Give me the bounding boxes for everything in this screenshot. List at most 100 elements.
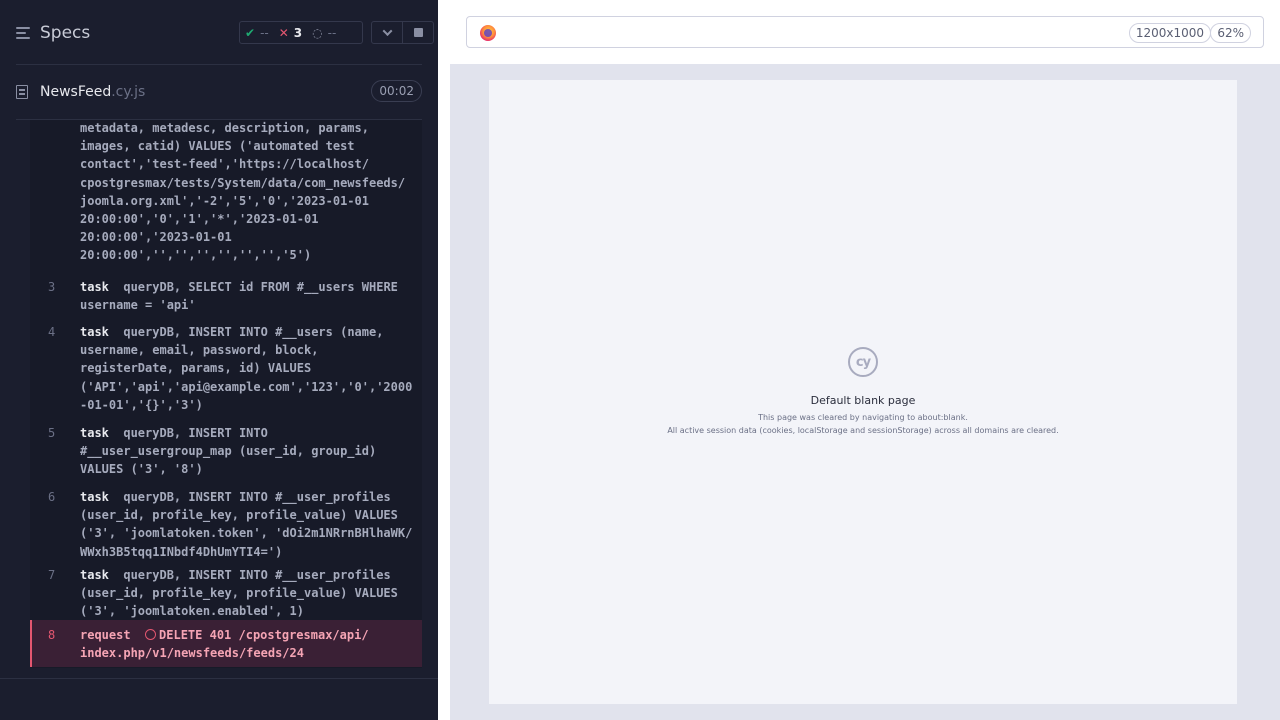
command-line: -01-01','{}','3'): [80, 396, 416, 414]
spec-extension: .cy.js: [111, 84, 146, 100]
stop-button[interactable]: [402, 22, 433, 43]
command-line: 20:00:00','2023-01-01: [80, 228, 416, 246]
error-circle-icon: [145, 629, 157, 640]
command-text: -01-01','{}','3'): [80, 397, 203, 412]
command-line: index.php/v1/newsfeeds/feeds/24: [80, 644, 416, 662]
divider: [16, 64, 422, 65]
command-row[interactable]: metadata, metadesc, description, params,…: [30, 120, 422, 267]
blank-page-text: This page was cleared by navigating to a…: [758, 413, 968, 422]
command-text: 20:00:00','2023-01-01: [80, 230, 232, 245]
command-text: contact','test-feed','https://localhost/: [80, 157, 369, 172]
command-text: registerDate, params, id) VALUES: [80, 361, 312, 376]
cypress-runner: Specs ✔ -- ✕ 3 ◌ -- NewsFeed .cy.js 00:0…: [0, 0, 1280, 720]
command-message: task queryDB, INSERT INTO #__users (name…: [80, 323, 416, 414]
command-text: WWxh3B5tqq1INbdf4DhUmYTI4='): [80, 544, 283, 559]
command-line: task queryDB, SELECT id FROM #__users WH…: [80, 278, 416, 296]
command-line: (user_id, profile_key, profile_value) VA…: [80, 584, 416, 602]
command-line: #__user_usergroup_map (user_id, group_id…: [80, 442, 416, 460]
command-text: queryDB, SELECT id FROM #__users WHERE: [123, 280, 398, 294]
command-line: username, email, password, block,: [80, 341, 416, 359]
command-text: queryDB, INSERT INTO #__users (name,: [123, 325, 384, 339]
command-line: 20:00:00','','','','','','','5'): [80, 246, 416, 264]
stop-icon: [413, 28, 423, 37]
reporter-header: Specs ✔ -- ✕ 3 ◌ --: [0, 0, 438, 64]
check-icon: ✔: [245, 25, 256, 40]
blank-page-title: Default blank page: [810, 394, 916, 407]
command-keyword: task: [80, 426, 109, 440]
command-message: task queryDB, INSERT INTO #__user_profil…: [80, 488, 416, 561]
aut-viewport: cy Default blank page This page was clea…: [489, 80, 1237, 704]
viewport-size-badge[interactable]: 1200x1000: [1128, 23, 1211, 43]
reporter-footer-divider: [0, 678, 438, 679]
cross-icon: ✕: [278, 25, 289, 40]
command-row[interactable]: 5 task queryDB, INSERT INTO #__user_usergr…: [30, 420, 422, 485]
command-message: task queryDB, INSERT INTO #__user_usergro…: [80, 424, 416, 479]
command-number: 5: [48, 426, 56, 440]
command-number: 7: [48, 568, 56, 582]
stat-passed: ✔ --: [245, 25, 269, 40]
command-number: 3: [48, 280, 56, 294]
command-line: ('API','api','api@example.com','123','0'…: [80, 378, 416, 396]
command-keyword: task: [80, 325, 109, 339]
collapse-button[interactable]: [372, 22, 402, 43]
reporter-panel: Specs ✔ -- ✕ 3 ◌ -- NewsFeed .cy.js 00:0…: [0, 0, 438, 720]
command-keyword: request: [80, 628, 131, 642]
command-line: cpostgresmax/tests/System/data/com_newsf…: [80, 174, 416, 192]
command-row[interactable]: 6 task queryDB, INSERT INTO #__user_profi…: [30, 484, 422, 567]
command-line: joomla.org.xml','-2','5','0','2023-01-01: [80, 192, 416, 210]
command-line: task queryDB, INSERT INTO #__user_profil…: [80, 488, 416, 506]
command-line: VALUES ('3', '8'): [80, 460, 416, 478]
command-text: (user_id, profile_key, profile_value) VA…: [80, 586, 398, 601]
firefox-icon: [480, 25, 496, 41]
command-keyword: task: [80, 490, 109, 504]
command-text: metadata, metadesc, description, params,: [80, 121, 369, 135]
command-line: ('3', 'joomlatoken.token', 'dOi2m1NRrnBH…: [80, 524, 416, 542]
file-icon: [16, 85, 28, 99]
command-row-error[interactable]: 8 request DELETE 401 /cpostgresmax/api/in…: [30, 620, 422, 667]
chevron-down-icon: [382, 26, 392, 37]
zoom-badge[interactable]: 62%: [1210, 23, 1251, 43]
run-controls: [371, 21, 434, 44]
command-row[interactable]: 7 task queryDB, INSERT INTO #__user_profi…: [30, 562, 422, 627]
command-text: (user_id, profile_key, profile_value) VA…: [80, 508, 398, 523]
app-under-test: 1200x1000 62% cy Default blank page This…: [450, 0, 1280, 720]
spinner-icon: ◌: [312, 25, 323, 40]
command-line: task queryDB, INSERT INTO: [80, 424, 416, 442]
command-line: 20:00:00','0','1','*','2023-01-01: [80, 210, 416, 228]
command-text: username, email, password, block,: [80, 343, 319, 358]
command-message: task queryDB, INSERT INTO #__user_profil…: [80, 566, 416, 621]
specs-toggle-button[interactable]: Specs: [16, 20, 90, 46]
command-text: images, catid) VALUES ('automated test: [80, 139, 355, 154]
command-text: 20:00:00','','','','','','','5'): [80, 248, 312, 263]
command-keyword: task: [80, 280, 109, 294]
url-bar[interactable]: 1200x1000 62%: [466, 16, 1264, 48]
command-line: task queryDB, INSERT INTO #__user_profil…: [80, 566, 416, 584]
command-line: ('3', 'joomlatoken.enabled', 1): [80, 602, 416, 620]
specs-label: Specs: [40, 23, 91, 43]
panel-resizer[interactable]: [438, 0, 450, 720]
command-number: 6: [48, 490, 56, 504]
command-row[interactable]: 3 task queryDB, SELECT id FROM #__users W…: [30, 274, 422, 320]
command-row[interactable]: 4 task queryDB, INSERT INTO #__users (nam…: [30, 319, 422, 420]
command-text: DELETE 401 /cpostgresmax/api/: [159, 628, 369, 642]
test-stats: ✔ -- ✕ 3 ◌ --: [239, 21, 363, 44]
command-line: username = 'api': [80, 296, 416, 314]
command-line: metadata, metadesc, description, params,: [80, 120, 416, 137]
command-log[interactable]: metadata, metadesc, description, params,…: [30, 120, 422, 668]
command-message: metadata, metadesc, description, params,…: [80, 120, 416, 265]
spec-duration: 00:02: [371, 80, 422, 102]
blank-page-text: All active session data (cookies, localS…: [667, 426, 1059, 435]
command-text: queryDB, INSERT INTO #__user_profiles: [123, 490, 391, 504]
command-text: VALUES ('3', '8'): [80, 462, 203, 477]
command-number: 4: [48, 325, 56, 339]
command-text: ('3', 'joomlatoken.token', 'dOi2m1NRrnBH…: [80, 526, 413, 541]
command-line: images, catid) VALUES ('automated test: [80, 137, 416, 155]
specs-list-icon: [16, 26, 32, 40]
command-text: index.php/v1/newsfeeds/feeds/24: [80, 646, 304, 661]
spec-file-header[interactable]: NewsFeed .cy.js 00:02: [16, 80, 422, 104]
command-text: #__user_usergroup_map (user_id, group_id…: [80, 444, 377, 459]
command-number: 8: [48, 628, 56, 642]
command-line: contact','test-feed','https://localhost/: [80, 155, 416, 173]
command-text: queryDB, INSERT INTO: [123, 426, 268, 440]
command-line: WWxh3B5tqq1INbdf4DhUmYTI4='): [80, 543, 416, 561]
